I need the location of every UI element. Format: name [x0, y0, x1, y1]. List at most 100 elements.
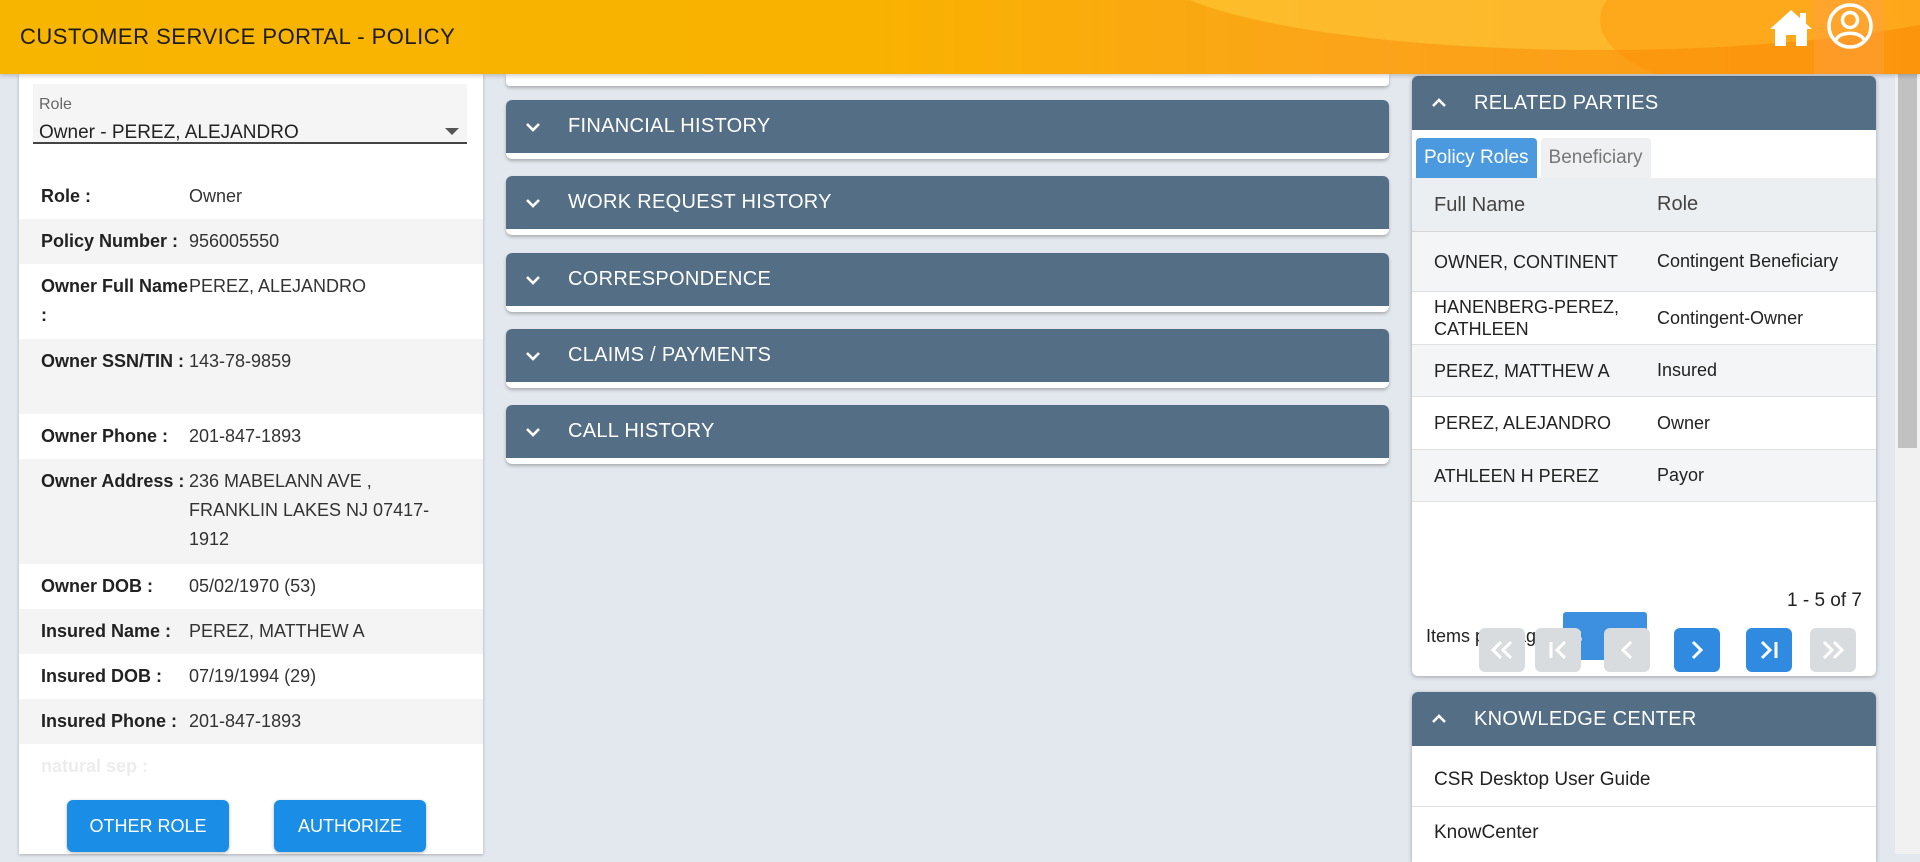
policy-info-list: Role : Owner Policy Number : 956005550 O…: [19, 174, 483, 789]
double-chevron-left-icon: [1490, 640, 1513, 660]
info-key: Owner SSN/TIN :: [41, 351, 185, 371]
accordion-header[interactable]: CALL HISTORY: [506, 405, 1389, 458]
table-row[interactable]: OWNER, CONTINENT Contingent Beneficiary: [1412, 232, 1876, 292]
party-role: Payor: [1657, 465, 1705, 485]
accordion-work-request-history[interactable]: WORK REQUEST HISTORY: [506, 176, 1389, 235]
accordion-call-history[interactable]: CALL HISTORY: [506, 405, 1389, 464]
knowledge-link-user-guide[interactable]: CSR Desktop User Guide: [1434, 769, 1650, 791]
first-page-button[interactable]: [1535, 628, 1581, 672]
next-page-button[interactable]: [1674, 628, 1720, 672]
info-value: 05/02/1970 (53): [189, 576, 317, 596]
info-key: Insured Phone :: [41, 711, 178, 731]
user-profile-icon[interactable]: [1814, 0, 1884, 74]
page-title: CUSTOMER SERVICE PORTAL - POLICY: [20, 24, 456, 49]
knowledge-center-card: KNOWLEDGE CENTER CSR Desktop User Guide …: [1412, 692, 1876, 862]
column-header-full-name[interactable]: Full Name: [1412, 194, 1657, 216]
party-role: Owner: [1657, 412, 1711, 433]
last-page-button[interactable]: [1746, 628, 1792, 672]
info-key: Owner DOB :: [41, 576, 154, 596]
party-name: HANENBERG-PEREZ, CATHLEEN: [1434, 297, 1620, 339]
accordion-header[interactable]: CORRESPONDENCE: [506, 253, 1389, 306]
party-role: Contingent Beneficiary: [1657, 251, 1839, 271]
table-row[interactable]: PEREZ, MATTHEW A Insured: [1412, 345, 1876, 397]
card-title: RELATED PARTIES: [1474, 91, 1659, 114]
accordion-label: CORRESPONDENCE: [568, 268, 772, 290]
chevron-up-icon: [1432, 714, 1446, 723]
paginator-range: 1 - 5 of 7: [1787, 590, 1862, 611]
page-scrollbar[interactable]: [1895, 0, 1920, 854]
info-value: 236 MABELANN AVE , FRANKLIN LAKES NJ 074…: [189, 471, 430, 549]
page-forward-many-button[interactable]: [1810, 628, 1856, 672]
collapsed-section-edge: [506, 74, 1389, 86]
info-row-owner-ssn: Owner SSN/TIN : 143-78-9859: [19, 339, 483, 414]
info-value: PEREZ, MATTHEW A: [189, 621, 365, 641]
accordion-financial-history[interactable]: FINANCIAL HISTORY: [506, 100, 1389, 159]
info-value: 07/19/1994 (29): [189, 666, 317, 686]
accordion-claims-payments[interactable]: CLAIMS / PAYMENTS: [506, 329, 1389, 388]
accordion-correspondence[interactable]: CORRESPONDENCE: [506, 253, 1389, 312]
accordion-label: FINANCIAL HISTORY: [568, 115, 771, 137]
info-row-insured-dob: Insured DOB : 07/19/1994 (29): [19, 654, 483, 699]
info-value: 201-847-1893: [189, 426, 302, 446]
info-key: Insured DOB :: [41, 666, 163, 686]
chevron-down-icon: [526, 198, 540, 208]
info-row-owner-phone: Owner Phone : 201-847-1893: [19, 414, 483, 459]
table-row[interactable]: ATHLEEN H PEREZ Payor: [1412, 450, 1876, 502]
chevron-left-icon: [1620, 640, 1633, 660]
tab-beneficiary[interactable]: Beneficiary: [1540, 138, 1651, 178]
info-row-faded: natural sep :: [19, 744, 483, 789]
previous-page-button[interactable]: [1604, 628, 1650, 672]
knowledge-link-knowcenter[interactable]: KnowCenter: [1434, 822, 1539, 844]
authorize-button[interactable]: AUTHORIZE: [274, 800, 426, 852]
info-row-owner-full-name: Owner Full Name : PEREZ, ALEJANDRO: [19, 264, 483, 339]
page-back-many-button[interactable]: [1479, 628, 1525, 672]
accordion-header[interactable]: FINANCIAL HISTORY: [506, 100, 1389, 153]
info-key: Policy Number :: [41, 231, 179, 251]
double-chevron-right-icon: [1822, 640, 1845, 660]
info-row-policy-number: Policy Number : 956005550: [19, 219, 483, 264]
scrollbar-thumb[interactable]: [1898, 58, 1917, 448]
chevron-up-icon: [1432, 98, 1446, 107]
chevron-down-icon: [526, 275, 540, 285]
party-role: Insured: [1657, 360, 1718, 380]
party-name: OWNER, CONTINENT: [1434, 251, 1618, 272]
knowledge-center-header[interactable]: KNOWLEDGE CENTER: [1412, 692, 1876, 746]
party-name: ATHLEEN H PEREZ: [1434, 465, 1599, 486]
accordion-label: CALL HISTORY: [568, 420, 715, 442]
table-row[interactable]: HANENBERG-PEREZ, CATHLEEN Contingent-Own…: [1412, 292, 1876, 345]
accordion-label: CLAIMS / PAYMENTS: [568, 344, 772, 366]
policy-summary-panel: Role Owner - PEREZ, ALEJANDRO Role : Own…: [19, 74, 483, 854]
accordion-header[interactable]: WORK REQUEST HISTORY: [506, 176, 1389, 229]
divider: [1412, 806, 1876, 807]
home-icon[interactable]: [1766, 4, 1816, 54]
chevron-down-icon: [526, 122, 540, 132]
column-header-role[interactable]: Role: [1657, 190, 1876, 219]
table-row[interactable]: PEREZ, ALEJANDRO Owner: [1412, 397, 1876, 450]
last-page-icon: [1760, 640, 1778, 660]
party-name: PEREZ, MATTHEW A: [1434, 360, 1610, 381]
role-select[interactable]: Role Owner - PEREZ, ALEJANDRO: [33, 84, 467, 144]
party-role: Contingent-Owner: [1657, 307, 1804, 328]
card-title: KNOWLEDGE CENTER: [1474, 707, 1697, 730]
chevron-right-icon: [1691, 640, 1704, 660]
related-parties-table: Full Name Role OWNER, CONTINENT Continge…: [1412, 178, 1876, 502]
accordion-header[interactable]: CLAIMS / PAYMENTS: [506, 329, 1389, 382]
info-value: 201-847-1893: [189, 711, 302, 731]
info-value: PEREZ, ALEJANDRO: [189, 276, 367, 296]
role-select-value: Owner - PEREZ, ALEJANDRO: [39, 122, 299, 143]
chevron-down-icon: [526, 427, 540, 437]
other-role-button[interactable]: OTHER ROLE: [67, 800, 229, 852]
info-key: Owner Phone :: [41, 426, 169, 446]
role-select-label: Role: [39, 96, 72, 113]
tab-policy-roles[interactable]: Policy Roles: [1416, 138, 1537, 178]
info-key: Owner Address :: [41, 471, 185, 491]
info-value: 143-78-9859: [189, 351, 292, 371]
info-key: Owner Full Name :: [41, 276, 189, 325]
related-parties-header[interactable]: RELATED PARTIES: [1412, 76, 1876, 130]
table-header-row: Full Name Role: [1412, 178, 1876, 232]
info-row-insured-phone: Insured Phone : 201-847-1893: [19, 699, 483, 744]
app-header: CUSTOMER SERVICE PORTAL - POLICY: [0, 0, 1920, 74]
table-paginator: 1 - 5 of 7 Items per page: 5: [1412, 576, 1876, 676]
info-key: Role :: [41, 186, 92, 206]
accordion-label: WORK REQUEST HISTORY: [568, 191, 832, 213]
